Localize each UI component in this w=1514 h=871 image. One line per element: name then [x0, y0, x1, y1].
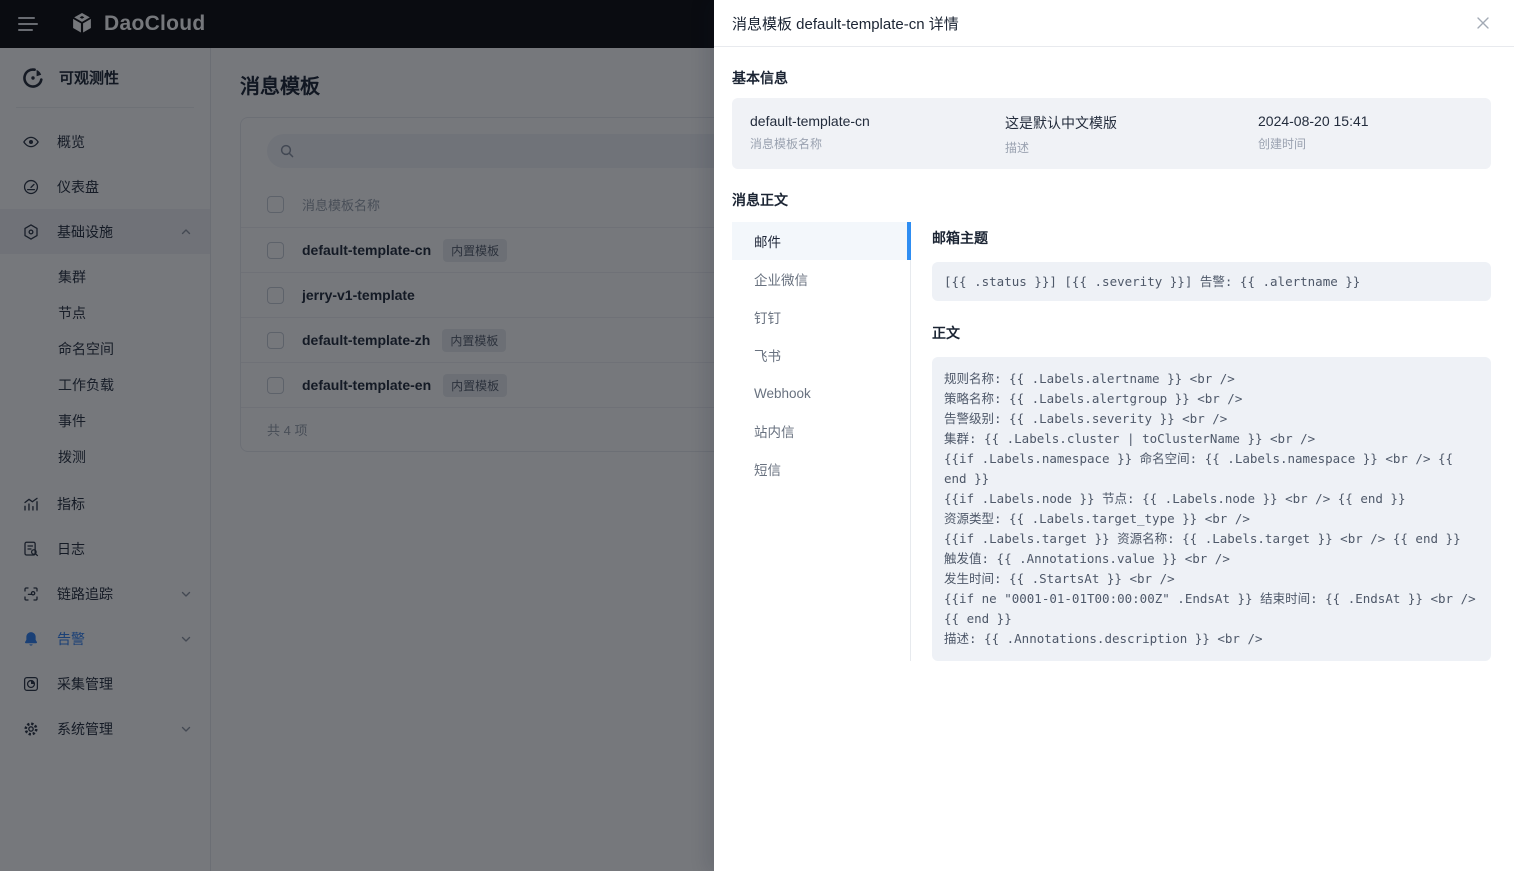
- tab-feishu[interactable]: 飞书: [732, 336, 910, 374]
- tab-label: 钉钉: [754, 307, 781, 327]
- template-line: 告警级别: {{ .Labels.severity }} <br />: [944, 409, 1479, 429]
- template-line: {{if .Labels.namespace }} 命名空间: {{ .Labe…: [944, 449, 1479, 489]
- template-line: 集群: {{ .Labels.cluster | toClusterName }…: [944, 429, 1479, 449]
- detail-drawer: 消息模板 default-template-cn 详情 基本信息 default…: [714, 0, 1514, 871]
- basic-info-heading: 基本信息: [732, 68, 1491, 88]
- subject-template-block: [{{ .status }}] [{{ .severity }}] 告警: {{…: [932, 262, 1491, 301]
- tab-label: Webhook: [754, 386, 811, 401]
- basic-info-card: default-template-cn 消息模板名称 这是默认中文模版 描述 2…: [732, 98, 1491, 169]
- template-line: 描述: {{ .Annotations.description }} <br /…: [944, 629, 1479, 649]
- email-template-panel: 邮箱主题 [{{ .status }}] [{{ .severity }}] 告…: [911, 222, 1491, 661]
- info-field: default-template-cn 消息模板名称: [750, 113, 1005, 156]
- channel-tabs: 邮件 企业微信 钉钉 飞书 Webhook 站内信 短信: [732, 222, 911, 661]
- info-field: 2024-08-20 15:41 创建时间: [1258, 113, 1473, 156]
- field-value: default-template-cn: [750, 113, 1005, 129]
- field-label: 消息模板名称: [750, 135, 1005, 152]
- field-label: 描述: [1005, 139, 1258, 156]
- active-tab-indicator: [907, 222, 911, 260]
- tab-dingtalk[interactable]: 钉钉: [732, 298, 910, 336]
- tab-label: 邮件: [754, 231, 781, 251]
- info-field: 这是默认中文模版 描述: [1005, 113, 1258, 156]
- template-line: 触发值: {{ .Annotations.value }} <br />: [944, 549, 1479, 569]
- drawer-body: 基本信息 default-template-cn 消息模板名称 这是默认中文模版…: [714, 68, 1514, 661]
- template-line: 资源类型: {{ .Labels.target_type }} <br />: [944, 509, 1479, 529]
- field-value: 这是默认中文模版: [1005, 113, 1258, 133]
- template-line: 发生时间: {{ .StartsAt }} <br />: [944, 569, 1479, 589]
- tab-email[interactable]: 邮件: [732, 222, 910, 260]
- body-template-block: 规则名称: {{ .Labels.alertname }} <br /> 策略名…: [932, 357, 1491, 661]
- template-line: 策略名称: {{ .Labels.alertgroup }} <br />: [944, 389, 1479, 409]
- drawer-header: 消息模板 default-template-cn 详情: [714, 0, 1514, 47]
- message-body-heading: 消息正文: [732, 190, 1491, 210]
- close-button[interactable]: [1476, 16, 1490, 30]
- tab-sitemessage[interactable]: 站内信: [732, 412, 910, 450]
- drawer-title: 消息模板 default-template-cn 详情: [732, 13, 959, 34]
- field-value: 2024-08-20 15:41: [1258, 113, 1473, 129]
- template-line: 规则名称: {{ .Labels.alertname }} <br />: [944, 369, 1479, 389]
- tab-label: 站内信: [754, 421, 795, 441]
- tab-sms[interactable]: 短信: [732, 450, 910, 488]
- tab-label: 飞书: [754, 345, 781, 365]
- template-line: [{{ .status }}] [{{ .severity }}] 告警: {{…: [944, 272, 1479, 291]
- content-heading: 正文: [932, 323, 1491, 343]
- field-label: 创建时间: [1258, 135, 1473, 152]
- tab-webhook[interactable]: Webhook: [732, 374, 910, 412]
- tab-label: 企业微信: [754, 269, 808, 289]
- template-line: {{if .Labels.node }} 节点: {{ .Labels.node…: [944, 489, 1479, 509]
- tab-wecom[interactable]: 企业微信: [732, 260, 910, 298]
- template-line: {{if .Labels.target }} 资源名称: {{ .Labels.…: [944, 529, 1479, 549]
- subject-heading: 邮箱主题: [932, 228, 1491, 248]
- tab-label: 短信: [754, 459, 781, 479]
- message-body-layout: 邮件 企业微信 钉钉 飞书 Webhook 站内信 短信 邮箱主题 [{{ .s…: [732, 222, 1491, 661]
- close-icon: [1476, 16, 1490, 30]
- template-line: {{if ne "0001-01-01T00:00:00Z" .EndsAt }…: [944, 589, 1479, 629]
